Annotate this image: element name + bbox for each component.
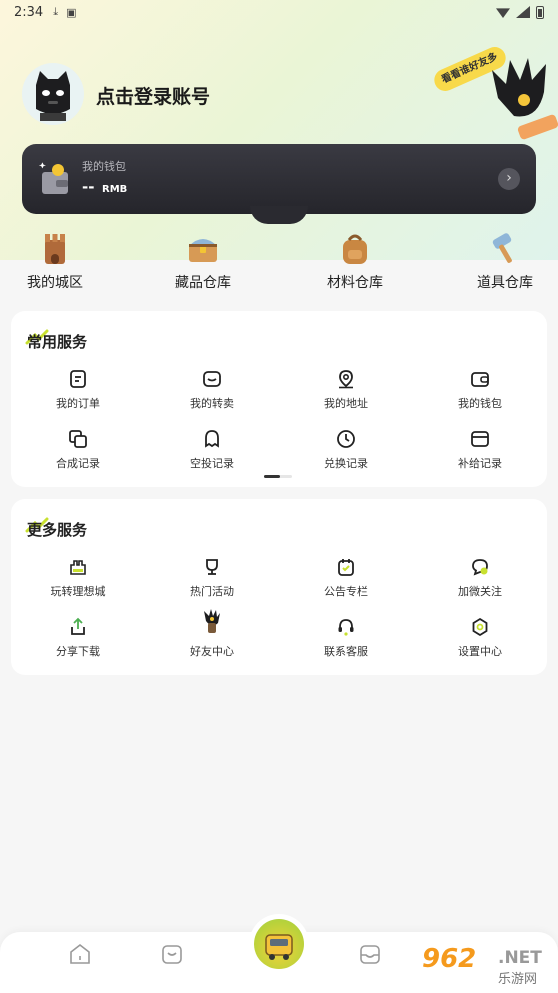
- city-icon: [70, 560, 86, 575]
- mascot-icon[interactable]: [488, 50, 558, 142]
- storage-label: 材料仓库: [327, 275, 383, 291]
- service-compose-records[interactable]: 合成记录: [11, 429, 145, 471]
- service-hot-events[interactable]: 热门活动: [145, 557, 279, 599]
- watermark-net: .NET: [498, 948, 542, 968]
- service-label: 我的地址: [324, 397, 368, 410]
- service-city-guide[interactable]: 玩转理想城: [11, 557, 145, 599]
- watermark-site: 乐游网: [498, 972, 538, 987]
- home-icon[interactable]: [68, 942, 92, 966]
- storage-row: 我的城区 藏品仓库 材料仓库 道具仓库: [0, 230, 558, 294]
- wechat-icon: [472, 559, 488, 576]
- wallet-icon: [471, 372, 489, 387]
- service-label: 公告专栏: [324, 585, 368, 598]
- service-label: 兑换记录: [324, 457, 368, 470]
- backpack-icon: [343, 234, 367, 264]
- service-label: 我的转卖: [190, 397, 234, 410]
- inbox-icon[interactable]: [358, 942, 382, 966]
- common-services-card: 常用服务 我的订单 我的转卖 我的地址 我的钱包 合成记录 空投记录 兑换记录 …: [11, 311, 547, 487]
- page-indicator: [264, 475, 292, 478]
- market-icon[interactable]: [160, 942, 184, 966]
- hammer-icon: [492, 233, 512, 263]
- service-my-address[interactable]: 我的地址: [279, 369, 413, 411]
- chevron-right-icon[interactable]: ›: [498, 168, 520, 190]
- wifi-icon: [496, 8, 510, 18]
- service-settings[interactable]: 设置中心: [413, 617, 547, 659]
- common-services-title: 常用服务: [27, 333, 88, 351]
- service-supply-records[interactable]: 补给记录: [413, 429, 547, 471]
- watermark-number: 962: [422, 944, 477, 974]
- wallet-label: 我的钱包: [82, 160, 126, 173]
- wallet-amount: --: [82, 178, 95, 196]
- service-label: 我的钱包: [458, 397, 502, 410]
- watermark-logo: 962 .NET 乐游网: [422, 944, 558, 993]
- storage-label: 藏品仓库: [175, 275, 231, 291]
- service-customer-support[interactable]: 联系客服: [279, 617, 413, 659]
- service-announcements[interactable]: 公告专栏: [279, 557, 413, 599]
- service-label: 联系客服: [324, 645, 368, 658]
- location-icon: [339, 370, 353, 389]
- castle-icon: [45, 234, 65, 264]
- trophy-icon: [206, 559, 218, 575]
- service-label: 分享下载: [56, 645, 100, 658]
- status-bar: 2:34 ⤓ ▣: [0, 0, 558, 24]
- supply-icon: [471, 431, 489, 447]
- storage-item-materials[interactable]: 材料仓库: [300, 230, 410, 292]
- storage-label: 我的城区: [27, 275, 83, 291]
- notice-icon: [338, 559, 354, 576]
- service-label: 加微关注: [458, 585, 502, 598]
- service-airdrop-records[interactable]: 空投记录: [145, 429, 279, 471]
- wallet-card[interactable]: 我的钱包 -- RMB ›: [22, 144, 536, 214]
- more-services-card: 更多服务 玩转理想城 热门活动 公告专栏 加微关注 分享下载 好友中心 联系客服…: [11, 499, 547, 675]
- wallet-notch: [250, 206, 308, 224]
- service-label: 补给记录: [458, 457, 502, 470]
- download-icon: ⤓: [53, 5, 59, 18]
- service-my-orders[interactable]: 我的订单: [11, 369, 145, 411]
- center-tab-button[interactable]: [251, 916, 307, 972]
- service-label: 玩转理想城: [50, 585, 106, 598]
- storage-label: 道具仓库: [477, 275, 533, 291]
- notification-icon: ▣: [66, 5, 77, 19]
- storage-item-collection[interactable]: 藏品仓库: [148, 230, 258, 292]
- bus-icon: [254, 919, 304, 969]
- service-label: 热门活动: [190, 585, 234, 598]
- treasure-chest-icon: [189, 239, 217, 262]
- more-services-title: 更多服务: [27, 521, 88, 539]
- service-friends-center[interactable]: 好友中心: [145, 609, 279, 659]
- service-share-download[interactable]: 分享下载: [11, 617, 145, 659]
- wallet-unit: RMB: [102, 184, 128, 195]
- signal-icon: [516, 6, 530, 18]
- login-link[interactable]: 点击登录账号: [96, 82, 210, 109]
- service-label: 空投记录: [190, 457, 234, 470]
- storage-item-city[interactable]: 我的城区: [0, 230, 110, 292]
- service-label: 合成记录: [56, 457, 100, 470]
- friends-icon: [204, 609, 220, 633]
- service-label: 好友中心: [190, 645, 234, 658]
- service-my-resale[interactable]: 我的转卖: [145, 369, 279, 411]
- service-my-wallet[interactable]: 我的钱包: [413, 369, 547, 411]
- settings-icon: [472, 617, 488, 637]
- compose-icon: [69, 430, 87, 448]
- avatar[interactable]: [22, 63, 84, 125]
- service-label: 设置中心: [458, 645, 502, 658]
- storage-item-props[interactable]: 道具仓库: [450, 230, 558, 292]
- service-wechat-follow[interactable]: 加微关注: [413, 557, 547, 599]
- status-time: 2:34: [14, 4, 44, 20]
- service-label: 我的订单: [56, 397, 100, 410]
- clock-icon: [337, 430, 355, 448]
- wallet-coin-icon: [38, 162, 68, 194]
- airdrop-icon: [205, 430, 219, 448]
- battery-icon: [536, 5, 544, 19]
- cat-avatar-icon: [36, 71, 70, 121]
- order-icon: [70, 370, 86, 388]
- resale-icon: [203, 371, 221, 387]
- share-icon: [71, 617, 85, 635]
- service-exchange-records[interactable]: 兑换记录: [279, 429, 413, 471]
- headset-icon: [338, 619, 354, 636]
